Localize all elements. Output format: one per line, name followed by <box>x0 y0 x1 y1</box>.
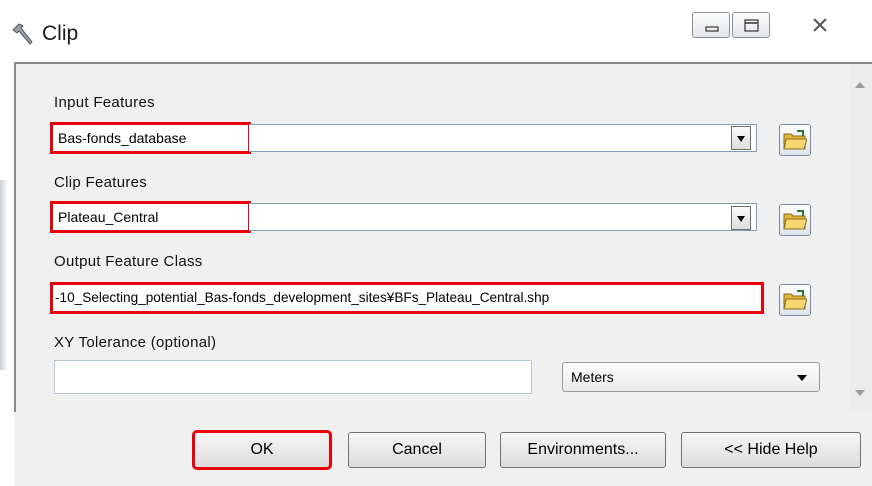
hide-help-button[interactable]: << Hide Help <box>681 432 861 468</box>
output-feature-class-label: Output Feature Class <box>54 253 203 270</box>
xy-tolerance-field[interactable] <box>54 360 532 394</box>
open-folder-icon <box>783 130 807 150</box>
close-button[interactable] <box>790 12 850 38</box>
input-features-field[interactable]: Bas-fonds_database <box>50 122 251 154</box>
xy-tolerance-unit-select[interactable]: Meters <box>562 362 820 392</box>
open-folder-icon <box>783 290 807 310</box>
scroll-up-arrow-icon[interactable] <box>855 82 865 88</box>
minimize-button[interactable] <box>692 12 730 38</box>
open-folder-icon <box>783 210 807 230</box>
input-features-label: Input Features <box>54 94 155 111</box>
clip-features-field-extension[interactable] <box>249 203 757 231</box>
input-features-browse-button[interactable] <box>779 124 811 156</box>
close-icon <box>813 18 827 32</box>
input-features-field-extension[interactable] <box>249 124 757 152</box>
hammer-icon <box>10 20 36 46</box>
input-features-dropdown-arrow-icon[interactable] <box>731 126 751 150</box>
clip-features-browse-button[interactable] <box>779 204 811 236</box>
scroll-down-arrow-icon[interactable] <box>855 390 865 396</box>
window-title: Clip <box>42 22 79 45</box>
title-bar: Clip <box>0 0 872 62</box>
ok-button[interactable]: OK <box>192 430 332 470</box>
maximize-button[interactable] <box>732 12 770 38</box>
clip-features-label: Clip Features <box>54 174 148 191</box>
minimize-icon <box>705 26 719 32</box>
maximize-icon <box>744 19 759 32</box>
output-feature-class-field[interactable]: -10_Selecting_potential_Bas-fonds_develo… <box>50 282 764 314</box>
xy-tolerance-label: XY Tolerance (optional) <box>54 334 217 351</box>
clip-features-field[interactable]: Plateau_Central <box>50 201 251 233</box>
panel-edge <box>0 180 8 370</box>
cancel-button[interactable]: Cancel <box>348 432 486 468</box>
output-feature-class-browse-button[interactable] <box>779 284 811 316</box>
environments-button[interactable]: Environments... <box>500 432 666 468</box>
clip-features-dropdown-arrow-icon[interactable] <box>731 206 751 230</box>
vertical-scrollbar[interactable] <box>849 64 872 412</box>
